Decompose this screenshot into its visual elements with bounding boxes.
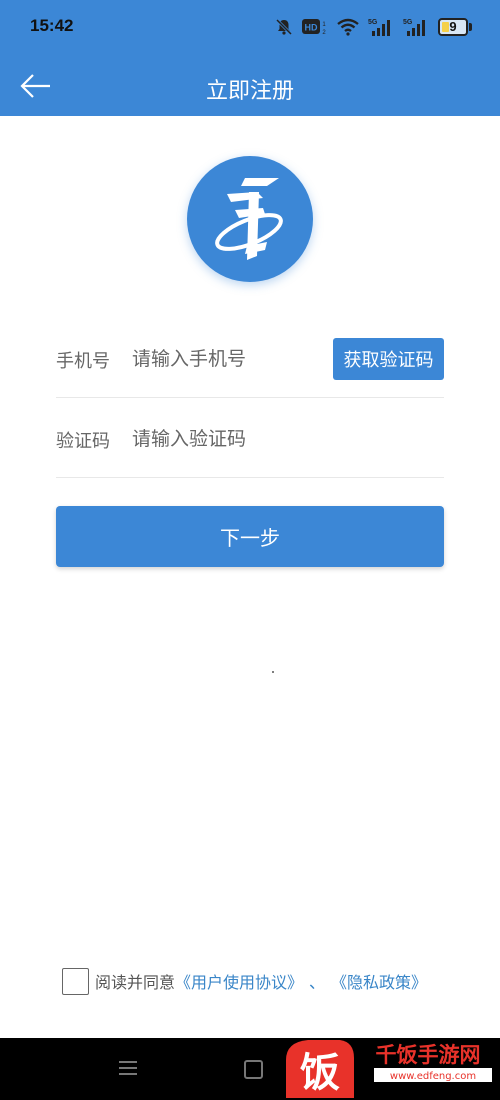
mute-bell-icon (275, 18, 293, 36)
network-label-1: 5G (368, 19, 378, 26)
code-input[interactable] (132, 419, 432, 459)
page-title: 立即注册 (205, 79, 294, 104)
network-label-2: 5G (403, 19, 413, 26)
agreement-separator: 、 (309, 973, 326, 992)
hd-badge-text: HD (305, 23, 318, 33)
hd-badge-icon: HD 1 2 (302, 19, 326, 36)
signal-icon-1: 5G (368, 19, 390, 36)
battery-icon: 9 (438, 18, 468, 36)
svg-text:2: 2 (322, 30, 326, 36)
phone-row: 手机号 获取验证码 (56, 321, 444, 398)
nav-bar: 立即注册 (0, 56, 500, 116)
app-header: 15:42 HD 1 2 5G 5G 9 立即注册 (0, 0, 500, 116)
watermark-logo-char: 饭 (300, 1050, 340, 1096)
code-label: 验证码 (56, 431, 110, 452)
agree-checkbox[interactable] (62, 967, 89, 995)
logo-emblem-icon (215, 178, 283, 260)
phone-input[interactable] (132, 339, 322, 379)
wifi-icon (337, 18, 359, 36)
home-icon[interactable] (244, 1060, 263, 1079)
status-icons: HD 1 2 5G 5G 9 (275, 14, 472, 40)
get-code-button[interactable]: 获取验证码 (333, 338, 444, 380)
next-button[interactable]: 下一步 (56, 506, 444, 567)
stray-dot (272, 671, 274, 673)
watermark-url: www.edfeng.com (390, 1071, 476, 1082)
svg-text:1: 1 (322, 22, 326, 28)
privacy-policy-link[interactable]: 《隐私政策》 (331, 969, 427, 993)
agreement-row: 阅读并同意 《用户使用协议》 、 《隐私政策》 (62, 966, 427, 996)
status-bar: 15:42 HD 1 2 5G 5G 9 (0, 0, 500, 56)
battery-level: 9 (449, 19, 457, 34)
user-agreement-link[interactable]: 《用户使用协议》 (175, 969, 303, 993)
site-watermark: 饭 千饭手游网 www.edfeng.com (286, 1040, 492, 1098)
agreement-prefix: 阅读并同意 (95, 973, 176, 992)
recent-apps-icon[interactable] (119, 1061, 137, 1076)
status-time: 15:42 (30, 16, 74, 35)
battery-tip (469, 23, 472, 31)
watermark-brand: 千饭手游网 (376, 1043, 481, 1067)
code-row: 验证码 (56, 401, 444, 478)
app-logo (187, 156, 313, 282)
phone-label: 手机号 (56, 351, 110, 372)
signal-icon-2: 5G (403, 19, 425, 36)
